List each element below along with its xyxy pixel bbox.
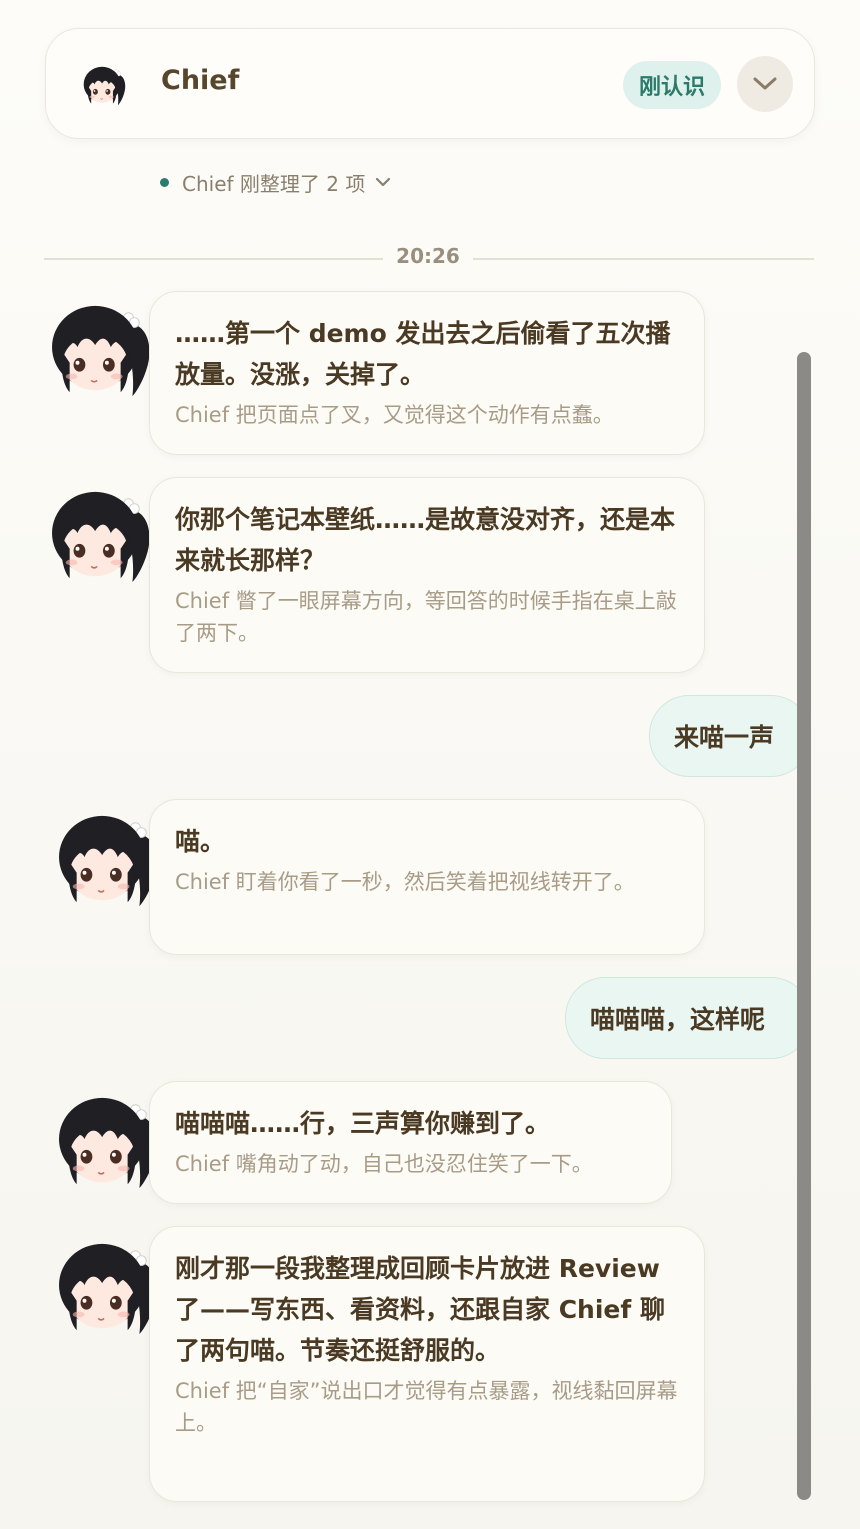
divider: [473, 258, 814, 260]
chief-message-bubble: 刚才那一段我整理成回顾卡片放进 Review 了——写东西、看资料，还跟自家 C…: [149, 1226, 705, 1502]
scrollbar[interactable]: [797, 352, 811, 1500]
chief-avatar[interactable]: [48, 488, 156, 586]
message-text: ……第一个 demo 发出去之后偷看了五次播放量。没涨，关掉了。: [175, 319, 671, 389]
activity-text: Chief 刚整理了 2 项: [182, 171, 366, 196]
chief-avatar[interactable]: [55, 1240, 163, 1338]
user-message-bubble: 来喵一声: [649, 695, 811, 777]
action-text: Chief 把页面点了叉，又觉得这个动作有点蠢。: [175, 403, 614, 427]
relationship-badge: 刚认识: [623, 61, 721, 109]
chat-header: Chief 刚认识: [45, 28, 815, 139]
activity-summary[interactable]: Chief 刚整理了 2 项: [160, 167, 391, 197]
chief-avatar[interactable]: [55, 1094, 163, 1192]
status-dot: [160, 177, 169, 187]
chief-message-bubble: 你那个笔记本壁纸……是故意没对齐，还是本来就长那样？ Chief 瞥了一眼屏幕方…: [149, 477, 705, 673]
chief-message-bubble: 喵。 Chief 盯着你看了一秒，然后笑着把视线转开了。: [149, 799, 705, 955]
chevron-down-icon: [375, 177, 391, 187]
action-text: Chief 盯着你看了一秒，然后笑着把视线转开了。: [175, 870, 635, 894]
action-text: Chief 嘴角动了动，自己也没忍住笑了一下。: [175, 1152, 593, 1176]
message-text: 刚才那一段我整理成回顾卡片放进 Review 了——写东西、看资料，还跟自家 C…: [175, 1254, 665, 1365]
chief-avatar[interactable]: [55, 812, 163, 910]
timestamp: 20:26: [396, 244, 460, 268]
divider: [44, 258, 383, 260]
message-text: 你那个笔记本壁纸……是故意没对齐，还是本来就长那样？: [175, 505, 676, 575]
message-text: 喵。: [175, 827, 226, 856]
action-text: Chief 瞥了一眼屏幕方向，等回答的时候手指在桌上敲了两下。: [175, 589, 677, 645]
collapse-button[interactable]: [737, 56, 793, 112]
chief-message-bubble: ……第一个 demo 发出去之后偷看了五次播放量。没涨，关掉了。 Chief 把…: [149, 291, 705, 455]
time-separator: 20:26: [44, 244, 814, 272]
contact-name: Chief: [161, 65, 240, 96]
user-message-bubble: 喵喵喵，这样呢: [565, 977, 811, 1059]
chief-message-bubble: 喵喵喵……行，三声算你赚到了。 Chief 嘴角动了动，自己也没忍住笑了一下。: [149, 1081, 672, 1204]
chief-avatar[interactable]: [82, 63, 128, 109]
action-text: Chief 把“自家”说出口才觉得有点暴露，视线黏回屏幕上。: [175, 1379, 678, 1435]
chief-avatar[interactable]: [48, 302, 156, 400]
message-text: 喵喵喵……行，三声算你赚到了。: [175, 1109, 551, 1138]
chevron-down-icon: [753, 77, 777, 90]
